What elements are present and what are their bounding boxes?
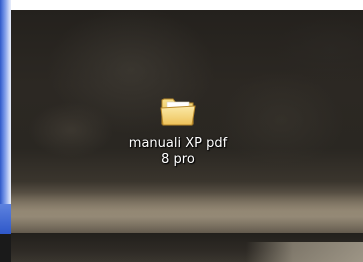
wallpaper-light bbox=[246, 242, 363, 262]
desktop-folder-item[interactable]: manuali XP pdf 8 pro bbox=[118, 91, 238, 191]
folder-label-line-2: 8 pro bbox=[161, 152, 195, 167]
folder-label: manuali XP pdf 8 pro bbox=[118, 136, 238, 168]
window-edge-strip[interactable] bbox=[0, 0, 11, 234]
wallpaper-sand bbox=[11, 193, 363, 233]
folder-icon[interactable] bbox=[159, 91, 197, 131]
folder-label-line-1: manuali XP pdf bbox=[128, 136, 228, 151]
screen: manuali XP pdf 8 pro bbox=[0, 0, 363, 262]
window-edge-bottom bbox=[0, 234, 11, 262]
